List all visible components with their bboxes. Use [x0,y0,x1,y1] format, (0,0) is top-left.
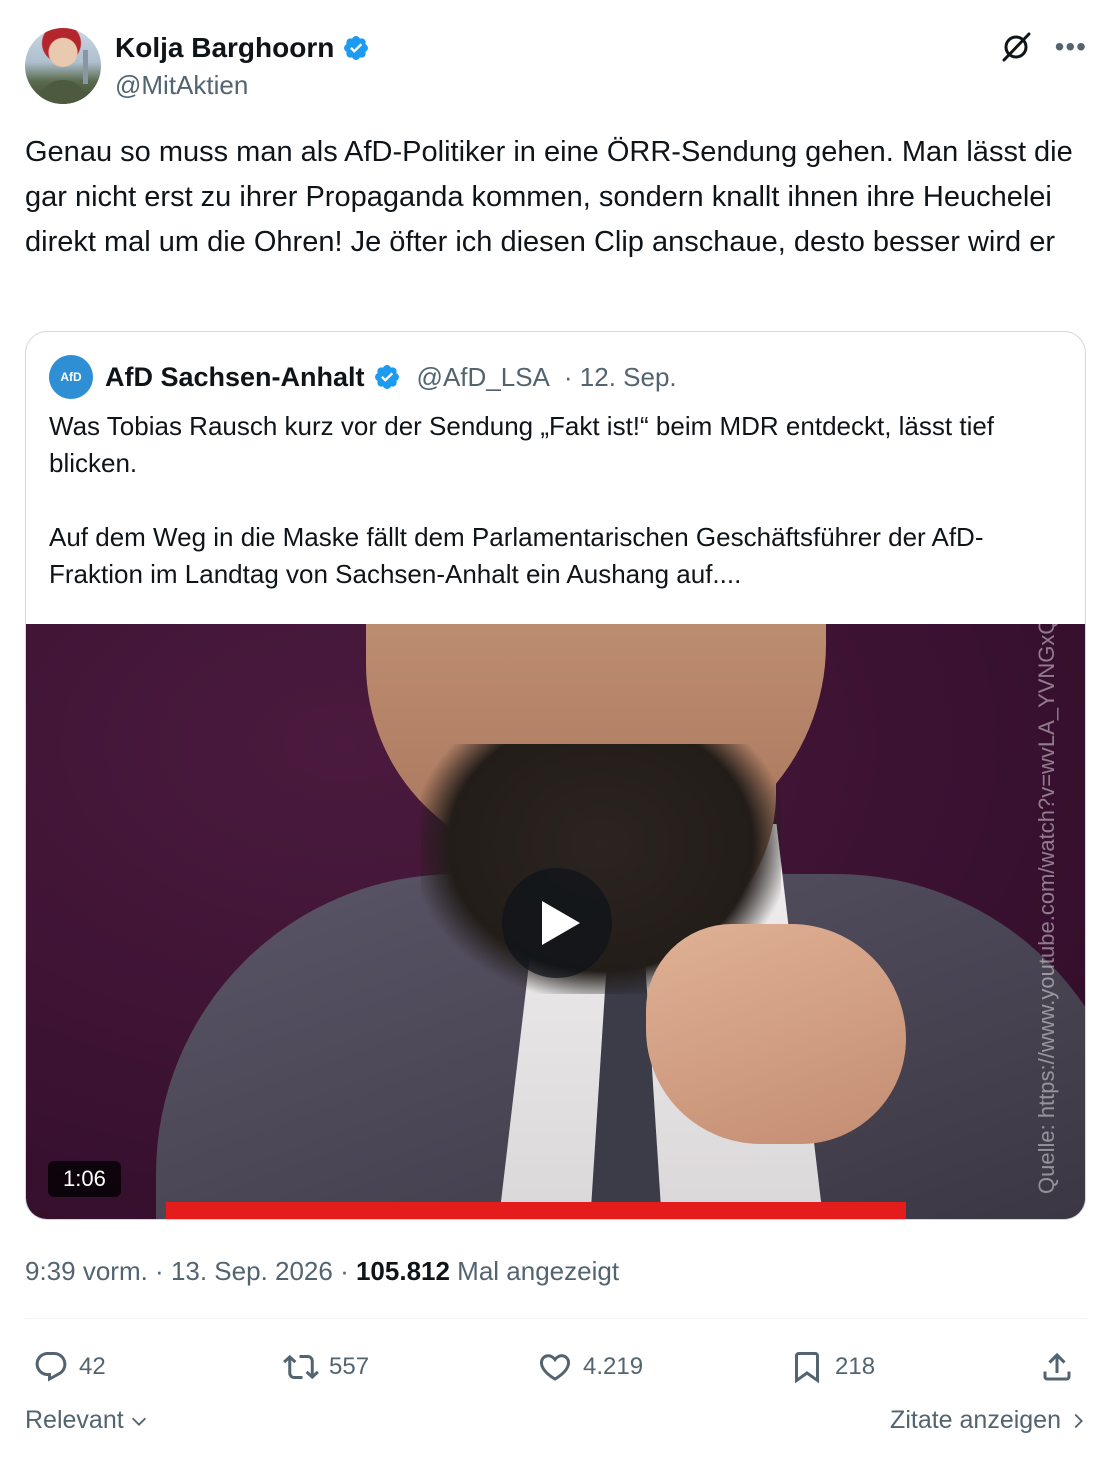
avatar-background-tower [83,50,88,84]
verified-badge-icon [374,365,399,389]
like-icon [539,1354,571,1381]
share-button[interactable] [1039,1340,1075,1394]
header-actions: ••• [999,30,1087,64]
video-scene-hand [646,924,906,1144]
quoted-avatar-logo-text: AfD [60,370,82,384]
video-source-watermark: Quelle: https://www.youtube.com/watch?v=… [1034,624,1059,1194]
view-count: 105.812 [355,1256,450,1286]
meta-separator: · [332,1256,356,1286]
reply-button[interactable]: 42 [33,1340,106,1394]
quoted-text-paragraph-2: Auf dem Weg in die Maske fällt dem Parla… [49,522,984,589]
quoted-text: Was Tobias Rausch kurz vor der Sendung „… [49,408,1059,593]
repost-count: 557 [329,1353,370,1380]
view-count-label: Mal angezeigt [449,1256,620,1286]
author-names: Kolja Barghoorn @MitAktien [115,30,370,102]
author-display-name[interactable]: Kolja Barghoorn [115,30,334,66]
video-player[interactable]: Quelle: https://www.youtube.com/watch?v=… [26,624,1085,1219]
like-button[interactable]: 4.219 [537,1340,643,1394]
quoted-author-handle: @AfD_LSA [416,361,550,392]
tweet-text: Genau so muss man als AfD-Politiker in e… [25,136,1073,258]
quoted-author-avatar[interactable]: AfD [49,355,93,399]
reply-sort-bar: Relevant Zitate anzeigen [25,1406,1087,1446]
author-display-name-row[interactable]: Kolja Barghoorn [115,30,370,66]
tweet-time[interactable]: 9:39 vorm. [25,1256,148,1286]
repost-button[interactable]: 557 [283,1340,369,1394]
quoted-date: · 12. Sep. [563,361,677,392]
tweet-date[interactable]: 13. Sep. 2026 [171,1256,333,1286]
quoted-text-paragraph-1: Was Tobias Rausch kurz vor der Sendung „… [49,411,995,478]
meta-separator: · [147,1256,171,1286]
author-handle[interactable]: @MitAktien [115,68,370,102]
author-avatar[interactable] [25,28,101,104]
video-duration-badge: 1:06 [48,1161,121,1197]
quoted-tweet-header: AfD AfD Sachsen-Anhalt @AfD_LSA · 12. Se… [49,354,677,400]
reply-icon [35,1352,67,1382]
share-icon [1043,1352,1071,1381]
tweet-header: Kolja Barghoorn @MitAktien ••• [25,28,1087,108]
like-count: 4.219 [583,1353,644,1380]
avatar-shoulders [37,80,89,104]
sort-dropdown[interactable]: Relevant [25,1406,150,1435]
bookmark-icon [795,1352,819,1384]
verified-badge-icon [344,36,369,60]
reply-count: 42 [79,1353,106,1380]
tweet-actions: 42 557 4.219 218 [25,1340,1087,1394]
play-button[interactable] [502,868,612,978]
quoted-author-name: AfD Sachsen-Anhalt [105,361,365,392]
play-icon [542,901,580,945]
quoted-tweet[interactable]: AfD AfD Sachsen-Anhalt @AfD_LSA · 12. Se… [25,331,1086,1220]
bookmark-count: 218 [835,1353,876,1380]
more-icon[interactable]: ••• [1055,32,1087,62]
show-quotes-link[interactable]: Zitate anzeigen [890,1406,1087,1435]
repost-icon [283,1354,319,1380]
bookmark-button[interactable]: 218 [789,1340,875,1394]
sort-label: Relevant [25,1406,124,1434]
divider [25,1318,1087,1319]
video-red-banner [166,1202,906,1219]
show-quotes-label: Zitate anzeigen [890,1406,1061,1434]
grok-icon[interactable] [999,30,1033,64]
tweet-meta: 9:39 vorm. · 13. Sep. 2026 · 105.812 Mal… [25,1254,619,1288]
chevron-right-icon [1074,1413,1083,1428]
chevron-down-icon [131,1417,146,1426]
